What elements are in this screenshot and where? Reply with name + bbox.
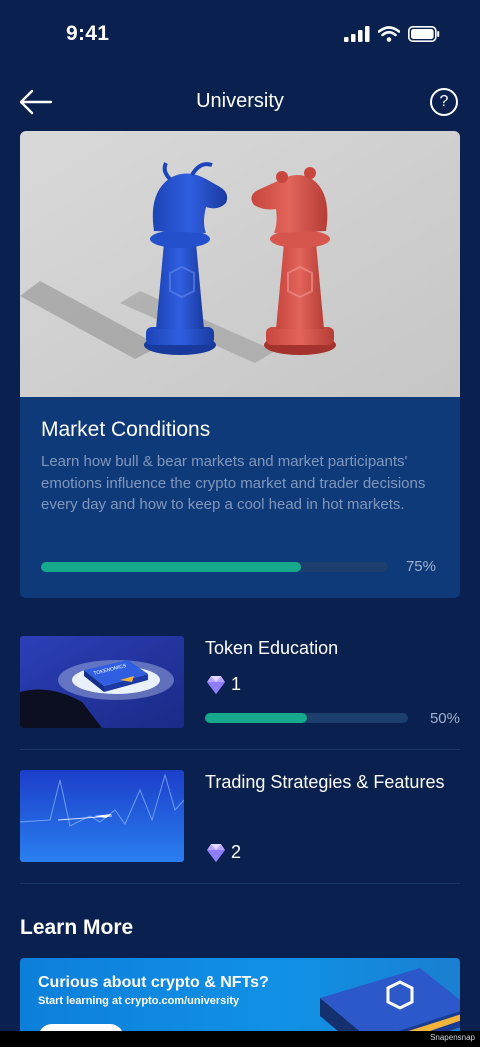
signal-icon <box>344 26 370 42</box>
help-icon[interactable]: ? <box>430 88 458 116</box>
course-item-token-education[interactable]: TOKENOMICS Token Education 1 50% <box>20 636 460 732</box>
tokenomics-book-image: TOKENOMICS <box>20 636 184 728</box>
featured-course-card[interactable]: Market Conditions Learn how bull & bear … <box>20 131 460 598</box>
learn-more-heading: Learn More <box>20 916 134 939</box>
diamond-icon <box>207 676 225 694</box>
gem-count: 2 <box>231 842 242 862</box>
status-icons <box>344 26 440 42</box>
status-bar: 9:41 <box>0 0 480 72</box>
battery-icon <box>408 26 440 42</box>
course-progress-label: 50% <box>429 710 460 727</box>
course-title: Trading Strategies & Features <box>205 772 445 792</box>
featured-progress-label: 75% <box>405 558 436 575</box>
course-progress-fill <box>205 713 307 723</box>
status-time: 9:41 <box>66 22 110 45</box>
divider <box>20 883 460 884</box>
divider <box>20 749 460 750</box>
banner-subtitle: Start learning at crypto.com/university <box>38 995 240 1007</box>
banner-title: Curious about crypto & NFTs? <box>38 974 269 991</box>
diamond-icon <box>207 844 225 862</box>
featured-progress-fill <box>41 562 302 572</box>
top-navigation: University ? <box>0 80 480 124</box>
course-progress-bar <box>205 713 408 723</box>
bull-bear-chess-image <box>20 131 460 397</box>
featured-course-title: Market Conditions <box>41 418 211 441</box>
featured-course-description: Learn how bull & bear markets and market… <box>41 453 426 513</box>
watermark-text: Snapensnap <box>430 1033 475 1042</box>
course-item-trading-strategies[interactable]: Trading Strategies & Features 2 <box>20 770 460 866</box>
watermark-bar: Snapensnap <box>0 1031 480 1047</box>
gem-count: 1 <box>231 674 242 694</box>
course-title: Token Education <box>205 638 339 658</box>
page-title: University <box>196 90 284 112</box>
trading-chart-image <box>20 770 184 862</box>
wifi-icon <box>378 26 400 42</box>
featured-progress-bar <box>41 562 388 572</box>
